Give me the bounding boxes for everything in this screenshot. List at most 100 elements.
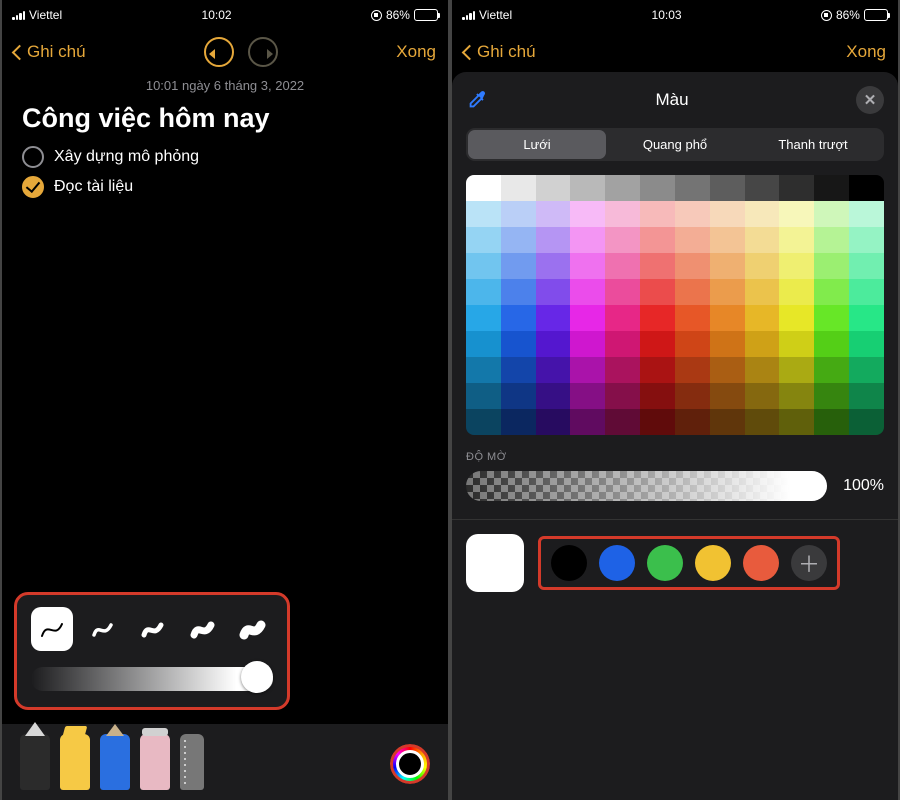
stroke-option-3[interactable]: [131, 607, 173, 651]
color-cell[interactable]: [570, 201, 605, 227]
color-cell[interactable]: [466, 409, 501, 435]
color-cell[interactable]: [466, 383, 501, 409]
color-cell[interactable]: [814, 383, 849, 409]
done-button[interactable]: Xong: [846, 42, 886, 62]
color-cell[interactable]: [570, 357, 605, 383]
close-button[interactable]: ✕: [856, 86, 884, 114]
tool-eraser[interactable]: [140, 734, 170, 790]
color-cell[interactable]: [675, 305, 710, 331]
color-cell[interactable]: [466, 253, 501, 279]
back-button[interactable]: Ghi chú: [14, 42, 86, 62]
color-cell[interactable]: [536, 409, 571, 435]
redo-button[interactable]: [248, 37, 278, 67]
stroke-option-5[interactable]: [231, 607, 273, 651]
tab-grid[interactable]: Lưới: [468, 130, 606, 159]
todo-item[interactable]: Xây dựng mô phỏng: [22, 142, 428, 172]
color-cell[interactable]: [640, 227, 675, 253]
tool-highlighter[interactable]: [60, 734, 90, 790]
color-cell[interactable]: [814, 305, 849, 331]
checkbox-checked-icon[interactable]: [22, 176, 44, 198]
stroke-option-2[interactable]: [81, 607, 123, 651]
color-cell[interactable]: [849, 279, 884, 305]
color-cell[interactable]: [501, 227, 536, 253]
color-cell[interactable]: [779, 383, 814, 409]
color-cell[interactable]: [814, 253, 849, 279]
color-cell[interactable]: [536, 227, 571, 253]
color-cell[interactable]: [605, 253, 640, 279]
color-cell[interactable]: [640, 331, 675, 357]
color-cell[interactable]: [570, 279, 605, 305]
color-cell[interactable]: [675, 227, 710, 253]
color-cell[interactable]: [570, 409, 605, 435]
color-cell[interactable]: [536, 357, 571, 383]
color-cell[interactable]: [710, 253, 745, 279]
color-cell[interactable]: [675, 201, 710, 227]
color-cell[interactable]: [710, 409, 745, 435]
color-cell[interactable]: [675, 175, 710, 201]
color-cell[interactable]: [570, 305, 605, 331]
color-cell[interactable]: [640, 253, 675, 279]
color-cell[interactable]: [570, 383, 605, 409]
color-cell[interactable]: [536, 201, 571, 227]
color-cell[interactable]: [536, 175, 571, 201]
done-button[interactable]: Xong: [396, 42, 436, 62]
swatch-yellow[interactable]: [695, 545, 731, 581]
color-cell[interactable]: [501, 175, 536, 201]
color-cell[interactable]: [570, 227, 605, 253]
color-cell[interactable]: [849, 305, 884, 331]
todo-item[interactable]: Đọc tài liệu: [22, 172, 428, 202]
color-cell[interactable]: [779, 409, 814, 435]
color-cell[interactable]: [640, 357, 675, 383]
color-cell[interactable]: [710, 279, 745, 305]
color-cell[interactable]: [536, 253, 571, 279]
color-cell[interactable]: [675, 383, 710, 409]
color-cell[interactable]: [466, 305, 501, 331]
opacity-slider[interactable]: [466, 471, 827, 501]
color-cell[interactable]: [710, 305, 745, 331]
color-cell[interactable]: [605, 201, 640, 227]
slider-thumb-icon[interactable]: [795, 471, 825, 501]
color-cell[interactable]: [605, 175, 640, 201]
swatch-black[interactable]: [551, 545, 587, 581]
color-cell[interactable]: [640, 383, 675, 409]
color-cell[interactable]: [710, 227, 745, 253]
color-cell[interactable]: [849, 409, 884, 435]
color-cell[interactable]: [640, 409, 675, 435]
tab-sliders[interactable]: Thanh trượt: [744, 130, 882, 159]
color-cell[interactable]: [849, 331, 884, 357]
color-cell[interactable]: [745, 175, 780, 201]
color-wheel-button[interactable]: [390, 744, 430, 784]
stroke-option-4[interactable]: [181, 607, 223, 651]
color-cell[interactable]: [745, 331, 780, 357]
slider-thumb-icon[interactable]: [241, 661, 273, 693]
color-cell[interactable]: [849, 175, 884, 201]
color-cell[interactable]: [605, 357, 640, 383]
color-cell[interactable]: [570, 331, 605, 357]
color-cell[interactable]: [779, 305, 814, 331]
color-cell[interactable]: [745, 383, 780, 409]
color-cell[interactable]: [605, 383, 640, 409]
stroke-option-1[interactable]: [31, 607, 73, 651]
color-cell[interactable]: [814, 201, 849, 227]
color-cell[interactable]: [536, 383, 571, 409]
note-title[interactable]: Công việc hôm nay: [2, 93, 448, 142]
color-cell[interactable]: [814, 409, 849, 435]
color-cell[interactable]: [779, 227, 814, 253]
color-cell[interactable]: [605, 279, 640, 305]
color-cell[interactable]: [745, 227, 780, 253]
color-cell[interactable]: [605, 305, 640, 331]
color-cell[interactable]: [814, 279, 849, 305]
undo-button[interactable]: [204, 37, 234, 67]
color-cell[interactable]: [640, 279, 675, 305]
color-cell[interactable]: [466, 357, 501, 383]
color-cell[interactable]: [779, 357, 814, 383]
color-cell[interactable]: [814, 175, 849, 201]
back-button[interactable]: Ghi chú: [464, 42, 536, 62]
color-cell[interactable]: [501, 253, 536, 279]
color-cell[interactable]: [536, 279, 571, 305]
tool-pen[interactable]: [20, 734, 50, 790]
color-cell[interactable]: [710, 383, 745, 409]
color-cell[interactable]: [779, 331, 814, 357]
color-cell[interactable]: [466, 279, 501, 305]
color-cell[interactable]: [675, 357, 710, 383]
